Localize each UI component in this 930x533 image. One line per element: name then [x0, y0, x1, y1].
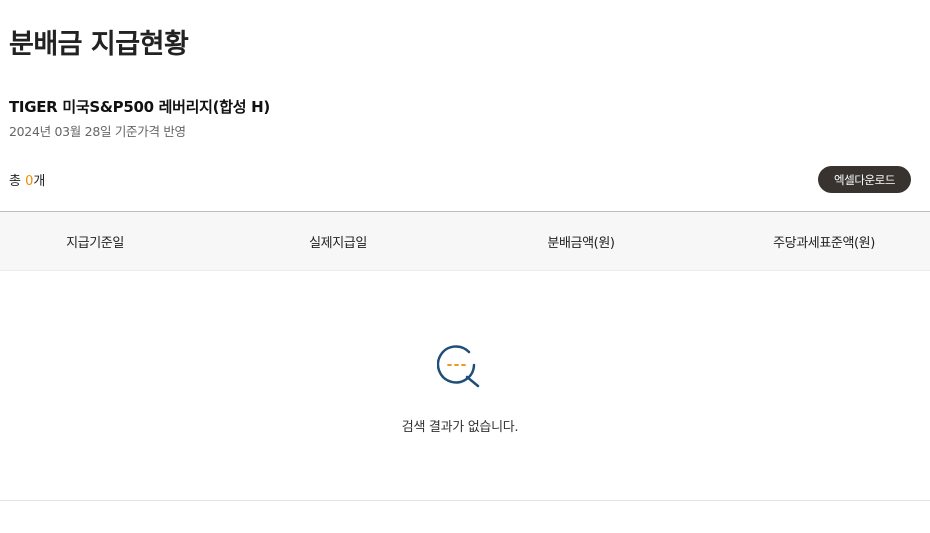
search-empty-icon	[436, 344, 483, 388]
table-header: 지급기준일 실제지급일 분배금액(원) 주당과세표준액(원)	[0, 211, 930, 271]
page-title: 분배금 지급현황	[9, 29, 189, 60]
column-header-base-date: 지급기준일	[66, 236, 124, 251]
price-date-note: 2024년 03월 28일 기준가격 반영	[9, 124, 186, 139]
total-count: 총 0개	[9, 170, 45, 189]
column-header-distribution-amount: 분배금액(원)	[547, 236, 615, 251]
total-suffix: 개	[33, 174, 46, 189]
fund-name: TIGER 미국S&P500 레버리지(합성 H)	[9, 98, 270, 116]
table-bottom-divider	[0, 500, 930, 501]
excel-download-button[interactable]: 엑셀다운로드	[818, 166, 911, 193]
total-prefix: 총	[9, 174, 26, 189]
empty-result-message: 검색 결과가 없습니다.	[401, 420, 519, 435]
column-header-taxable-base-per-share: 주당과세표준액(원)	[773, 236, 875, 251]
column-header-actual-pay-date: 실제지급일	[309, 236, 367, 251]
